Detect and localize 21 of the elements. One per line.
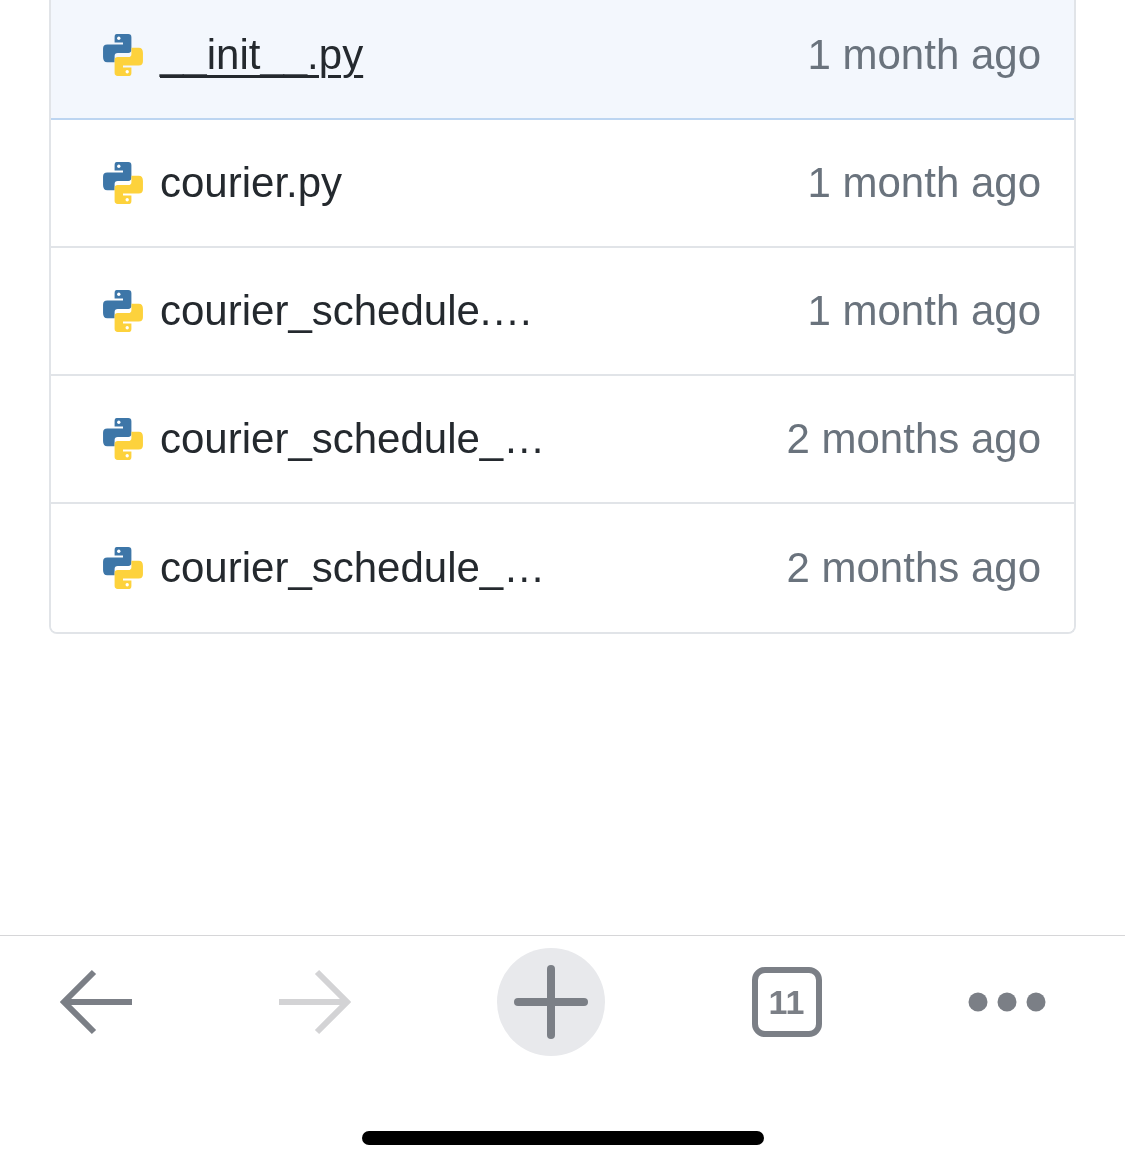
modified-time: 1 month ago [807, 286, 1041, 336]
more-button[interactable] [968, 991, 1046, 1013]
file-link[interactable]: courier.py [160, 158, 343, 208]
more-dots-icon [968, 992, 1046, 1012]
file-link[interactable]: courier_schedule.… [160, 286, 534, 336]
file-link[interactable]: courier_schedule_… [160, 414, 546, 464]
modified-time: 1 month ago [807, 158, 1041, 208]
file-link[interactable]: courier_schedule_… [160, 543, 546, 593]
python-file-icon [103, 162, 143, 204]
modified-time: 1 month ago [807, 30, 1041, 80]
python-file-icon [103, 418, 143, 460]
python-file-icon [103, 547, 143, 589]
modified-time: 2 months ago [786, 543, 1041, 593]
python-file-icon [103, 34, 143, 76]
modified-time: 2 months ago [786, 414, 1041, 464]
file-row[interactable]: __init__.py 1 month ago [51, 0, 1074, 120]
back-button[interactable] [60, 969, 132, 1035]
tab-count-button[interactable]: 11 [751, 967, 822, 1037]
python-file-icon [103, 290, 143, 332]
file-link[interactable]: __init__.py [160, 30, 364, 80]
plus-icon [514, 965, 588, 1039]
